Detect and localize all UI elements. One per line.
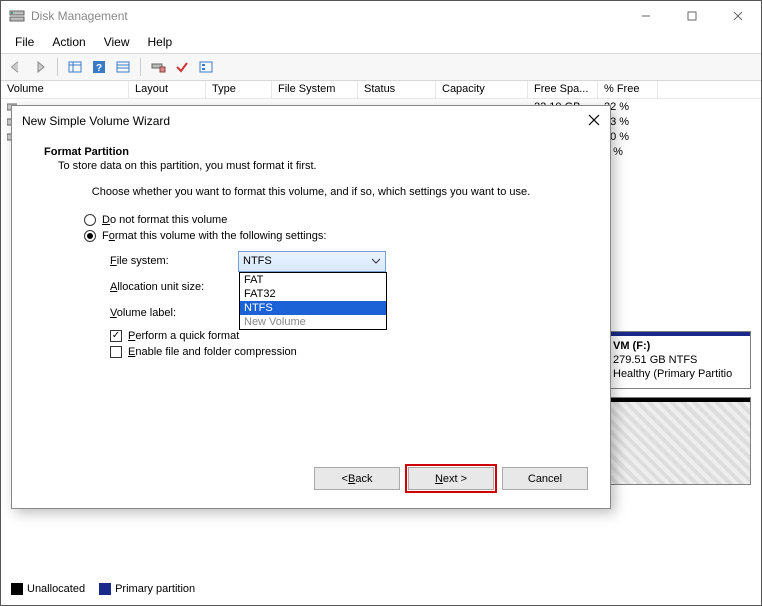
dialog-heading: Format Partition [44,146,586,158]
nav-back-button[interactable] [5,56,27,78]
menu-file[interactable]: File [7,33,42,51]
col-type[interactable]: Type [206,81,272,98]
window-title: Disk Management [31,9,128,23]
checkbox-icon [110,346,122,358]
col-layout[interactable]: Layout [129,81,206,98]
wizard-dialog: New Simple Volume Wizard Format Partitio… [11,105,611,509]
nav-forward-button[interactable] [29,56,51,78]
col-capacity[interactable]: Capacity [436,81,528,98]
menu-help[interactable]: Help [140,33,181,51]
minimize-button[interactable] [623,1,669,31]
radio-icon [84,214,96,226]
dialog-close-button[interactable] [588,114,600,129]
legend: Unallocated Primary partition [11,583,195,595]
radio-label: Format this volume with the following se… [102,230,326,242]
svg-text:?: ? [96,63,102,74]
radio-format[interactable]: Format this volume with the following se… [84,230,586,242]
cancel-button[interactable]: Cancel [502,467,588,490]
back-button[interactable]: < Back [314,467,400,490]
col-pct[interactable]: % Free [598,81,658,98]
toolbar-list-icon[interactable] [112,56,134,78]
volume-list-header: Volume Layout Type File System Status Ca… [1,81,761,99]
label-volume-label: Volume label: [110,307,238,319]
partition-vm[interactable]: VM (F:)279.51 GB NTFSHealthy (Primary Pa… [606,332,750,388]
maximize-button[interactable] [669,1,715,31]
dropdown-hidden-text: New Volume [240,315,386,329]
dropdown-option[interactable]: FAT32 [240,287,386,301]
titlebar: Disk Management [1,1,761,31]
menu-view[interactable]: View [96,33,138,51]
toolbar-help-icon[interactable]: ? [88,56,110,78]
next-button[interactable]: Next > [408,467,494,490]
col-free[interactable]: Free Spa... [528,81,598,98]
dialog-titlebar: New Simple Volume Wizard [12,106,610,136]
toolbar-check-icon[interactable] [171,56,193,78]
col-fs[interactable]: File System [272,81,358,98]
radio-label: Do not format this volume [102,214,227,226]
col-volume[interactable]: Volume [1,81,129,98]
checkbox-label: Perform a quick format [128,330,239,342]
toolbar-settings-icon[interactable] [147,56,169,78]
label-allocation-unit: Allocation unit size: [110,281,238,293]
chevron-down-icon [371,256,381,269]
radio-icon [84,230,96,242]
menubar: File Action View Help [1,31,761,53]
col-status[interactable]: Status [358,81,436,98]
toolbar-props-icon[interactable] [195,56,217,78]
label-file-system: File system: [110,255,238,267]
dialog-prompt: Choose whether you want to format this v… [36,186,586,198]
checkbox-quick-format[interactable]: ✓ Perform a quick format [110,330,586,342]
dropdown-list: FAT FAT32 NTFS New Volume [239,272,387,330]
select-value: NTFS [243,255,272,267]
dropdown-option[interactable]: NTFS [240,301,386,315]
dropdown-option[interactable]: FAT [240,273,386,287]
toolbar-refresh-icon[interactable] [64,56,86,78]
legend-swatch-unallocated [11,583,23,595]
legend-swatch-primary [99,583,111,595]
checkbox-label: Enable file and folder compression [128,346,297,358]
radio-no-format[interactable]: Do not format this volume [84,214,586,226]
menu-action[interactable]: Action [44,33,93,51]
checkbox-icon: ✓ [110,330,122,342]
close-button[interactable] [715,1,761,31]
dialog-title: New Simple Volume Wizard [22,114,170,128]
select-file-system[interactable]: NTFS FAT FAT32 NTFS New Volume [238,251,386,272]
app-icon [9,8,25,24]
toolbar: ? [1,53,761,81]
checkbox-compression[interactable]: Enable file and folder compression [110,346,586,358]
dialog-subheading: To store data on this partition, you mus… [58,160,586,172]
